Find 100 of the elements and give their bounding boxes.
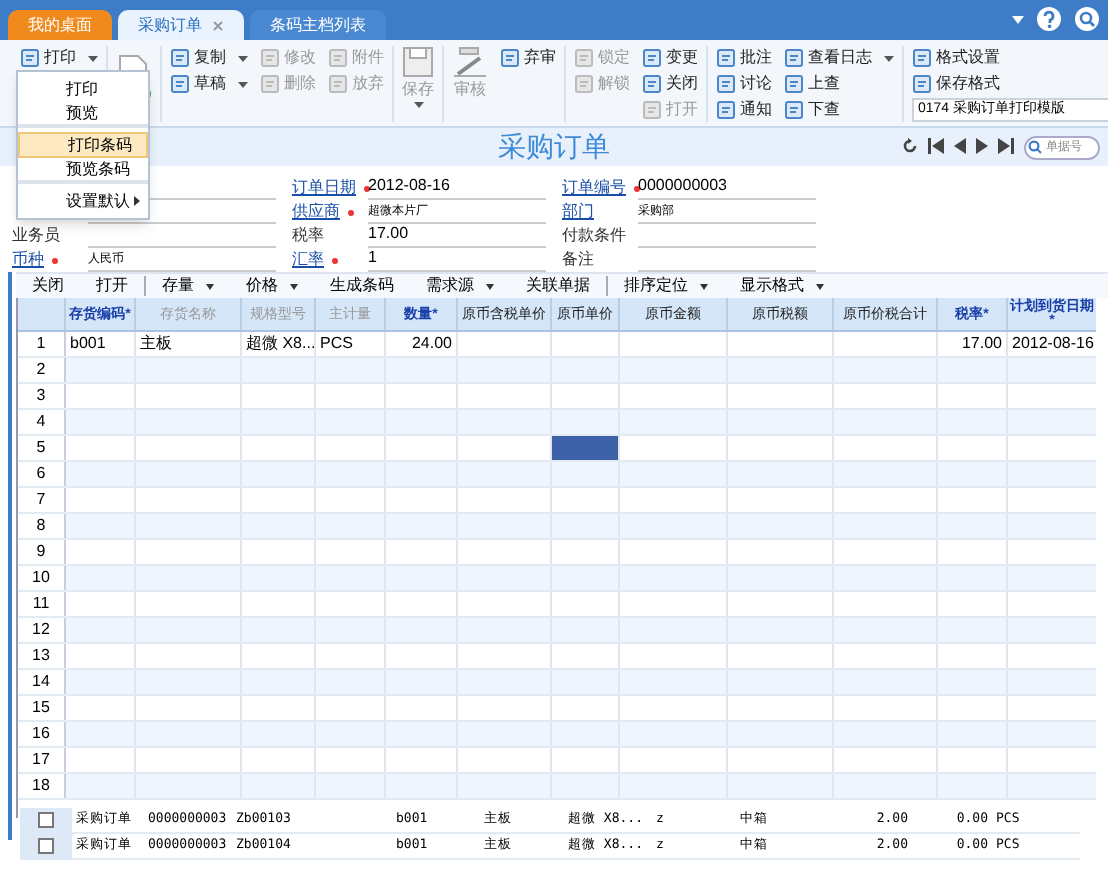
toolbar-button[interactable]: 关闭 — [642, 72, 698, 96]
toolbar-button[interactable]: 上查 — [784, 72, 894, 96]
toolbar-button[interactable]: 通知 — [716, 98, 772, 122]
table-cell: 主板 — [136, 332, 242, 356]
caret-icon — [816, 283, 824, 289]
toolbar-button[interactable]: 关闭 — [16, 274, 80, 298]
document-icon — [260, 48, 280, 68]
document-icon — [642, 100, 662, 120]
input-field[interactable]: 17.00 — [368, 228, 546, 248]
caret-icon — [486, 283, 494, 289]
toolbar-button[interactable]: 变更 — [642, 46, 698, 70]
toolbar-button[interactable]: 批注 — [716, 46, 772, 70]
checkbox[interactable] — [38, 812, 54, 828]
document-icon — [716, 48, 736, 68]
checkbox[interactable] — [38, 838, 54, 854]
field-label: 付款条件 — [562, 224, 626, 248]
toolbar-button[interactable]: 价格 — [230, 274, 314, 298]
document-icon — [784, 48, 804, 68]
tab[interactable]: 采购订单 — [118, 10, 244, 40]
toolbar-button[interactable]: 查看日志 — [784, 46, 894, 70]
toolbar-button[interactable]: 打开 — [80, 274, 144, 298]
toolbar-button[interactable]: 弃审 — [500, 46, 556, 70]
table-cell: 24.00 — [386, 332, 458, 356]
caret-icon — [884, 55, 894, 61]
document-icon — [784, 74, 804, 94]
last-icon — [998, 138, 1014, 154]
search-icon — [1074, 6, 1100, 32]
field-label: 部门 — [562, 200, 594, 224]
field-label: 订单编号 — [562, 176, 626, 200]
menu-item[interactable]: 打印条码 — [18, 132, 148, 158]
caret-icon — [413, 102, 423, 108]
table-cell: b001 — [66, 332, 136, 356]
document-icon — [784, 100, 804, 120]
caret-icon — [238, 81, 248, 87]
submenu-arrow-icon — [134, 196, 140, 206]
document-icon — [574, 74, 594, 94]
document-icon — [170, 74, 190, 94]
field-label: 业务员 — [12, 224, 60, 248]
toolbar-button[interactable]: 关联单据 — [510, 274, 606, 298]
form-title: 采购订单 — [498, 128, 610, 166]
row-number: 4 — [18, 410, 66, 434]
toolbar-button[interactable]: 生成条码 — [314, 274, 410, 298]
table-cell: 17.00 — [938, 332, 1008, 356]
field-label: 币种 — [12, 248, 44, 272]
caret-icon — [1012, 15, 1024, 23]
table-cell: 2012-08-16 — [1008, 332, 1096, 356]
document-icon — [912, 48, 932, 68]
toolbar-button[interactable]: 保存格式 — [912, 72, 1108, 96]
table-cell: 超微 X8... — [242, 332, 316, 356]
toolbar-button[interactable]: 格式设置 — [912, 46, 1108, 70]
previous-icon — [954, 138, 966, 154]
menu-item[interactable]: 打印 — [18, 76, 148, 102]
document-icon — [716, 100, 736, 120]
document-icon — [500, 48, 520, 68]
toolbar-button[interactable]: 存量 — [146, 274, 230, 298]
document-icon — [260, 74, 280, 94]
caret-icon — [238, 55, 248, 61]
document-icon — [328, 48, 348, 68]
help-icon — [1036, 6, 1062, 32]
input-field[interactable]: 2012-08-16 — [368, 180, 546, 200]
toolbar-button[interactable]: 讨论 — [716, 72, 772, 96]
toolbar-button[interactable]: 打印 — [20, 46, 98, 70]
menu-item[interactable]: 预览 — [18, 102, 148, 128]
toolbar-button[interactable]: 草稿 — [170, 72, 248, 96]
field-label: 供应商 — [292, 200, 340, 224]
row-number: 12 — [18, 618, 66, 642]
field-label: 汇率 — [292, 248, 324, 272]
caret-icon — [206, 283, 214, 289]
pen-icon — [452, 46, 488, 78]
floppy-icon — [402, 46, 434, 78]
menu-item[interactable]: 预览条码 — [18, 158, 148, 184]
toolbar-button[interactable]: 显示格式 — [724, 274, 840, 298]
document-icon — [912, 74, 932, 94]
document-icon — [642, 74, 662, 94]
selected-cell[interactable] — [552, 436, 620, 460]
tab[interactable]: 条码主档列表 — [250, 10, 386, 40]
document-icon — [170, 48, 190, 68]
toolbar-button[interactable]: 复制 — [170, 46, 248, 70]
search-icon — [1028, 139, 1042, 153]
next-icon — [976, 138, 988, 154]
document-icon — [20, 48, 40, 68]
row-number: 16 — [18, 722, 66, 746]
document-icon — [642, 48, 662, 68]
document-icon — [574, 48, 594, 68]
refresh-icon — [902, 138, 918, 154]
input-field[interactable]: 0000000003 — [638, 180, 816, 200]
field-label: 备注 — [562, 248, 594, 272]
row-number: 2 — [18, 358, 66, 382]
toolbar-button[interactable]: 排序定位 — [608, 274, 724, 298]
caret-icon — [290, 283, 298, 289]
field-label: 税率 — [292, 224, 324, 248]
toolbar-button[interactable]: 需求源 — [410, 274, 510, 298]
menu-item[interactable]: 设置默认 — [18, 188, 148, 214]
row-number: 8 — [18, 514, 66, 538]
document-icon — [716, 74, 736, 94]
row-number: 14 — [18, 670, 66, 694]
toolbar-button[interactable]: 下查 — [784, 98, 894, 122]
table-cell: PCS — [316, 332, 386, 356]
row-number: 10 — [18, 566, 66, 590]
first-icon — [928, 138, 944, 154]
